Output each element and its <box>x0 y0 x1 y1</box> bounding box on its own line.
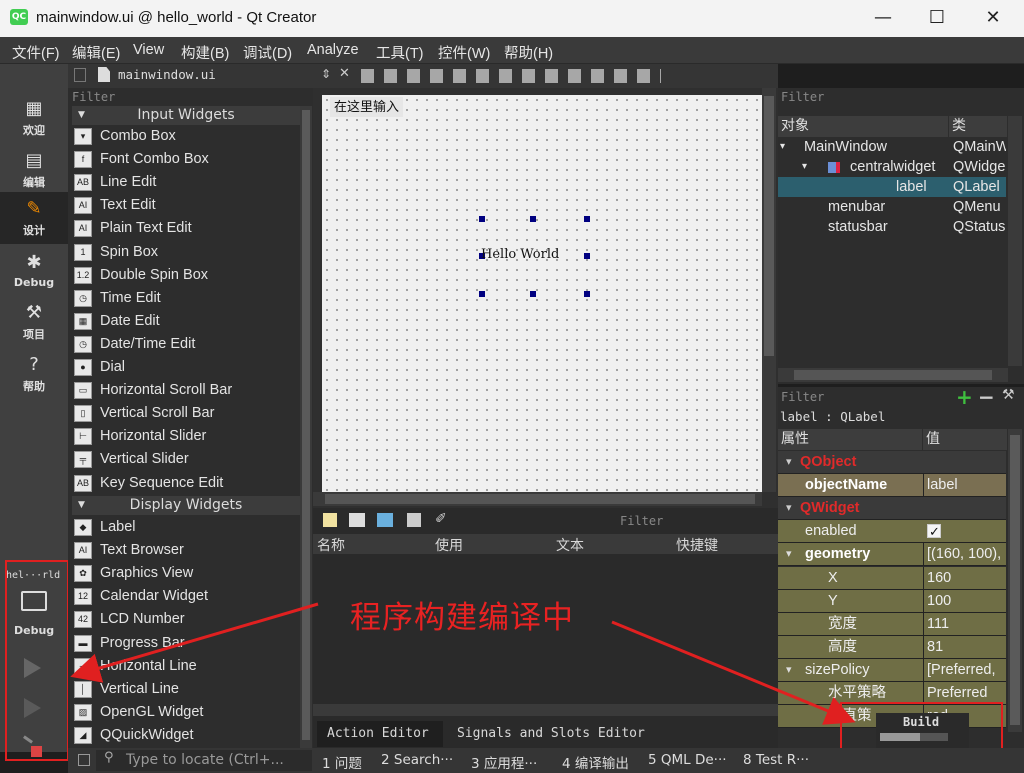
annotation-arrows <box>70 602 856 725</box>
arrow-to-build <box>611 620 856 725</box>
arrow-to-kit <box>70 602 319 683</box>
